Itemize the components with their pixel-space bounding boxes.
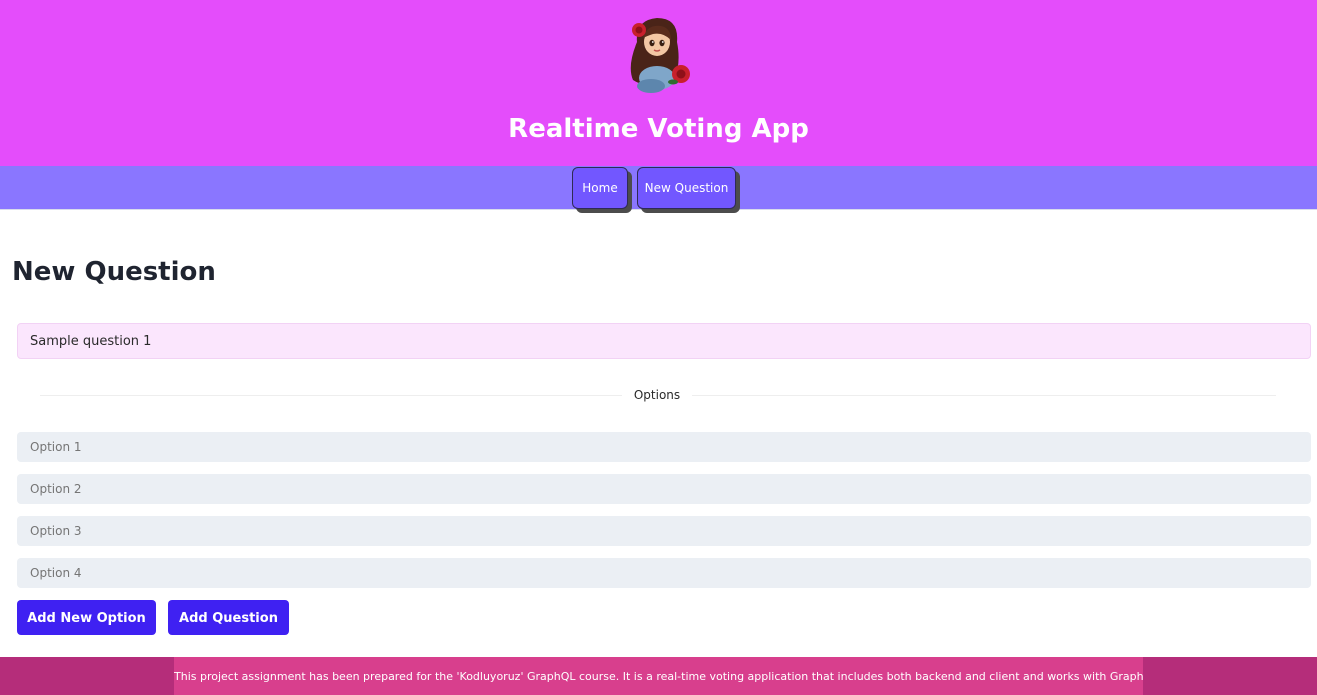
option-input-3[interactable] <box>17 516 1311 546</box>
app-title: Realtime Voting App <box>508 114 809 144</box>
page-title: New Question <box>12 257 216 287</box>
nav-new-question-button[interactable]: New Question <box>637 167 736 209</box>
footer: This project assignment has been prepare… <box>0 657 1317 695</box>
option-input-1[interactable] <box>17 432 1311 462</box>
footer-text: This project assignment has been prepare… <box>174 657 1143 695</box>
option-input-2[interactable] <box>17 474 1311 504</box>
nav-bar: Home New Question <box>0 166 1317 210</box>
girl-with-roses-avatar-icon <box>630 18 690 93</box>
nav-home-button[interactable]: Home <box>572 167 628 209</box>
app-header: Realtime Voting App <box>0 0 1317 166</box>
options-divider-right <box>692 395 1276 396</box>
option-input-4[interactable] <box>17 558 1311 588</box>
options-divider-left <box>40 395 622 396</box>
add-question-button[interactable]: Add Question <box>168 600 289 635</box>
options-divider-label: Options <box>633 388 681 402</box>
question-input[interactable] <box>17 323 1311 359</box>
add-new-option-button[interactable]: Add New Option <box>17 600 156 635</box>
